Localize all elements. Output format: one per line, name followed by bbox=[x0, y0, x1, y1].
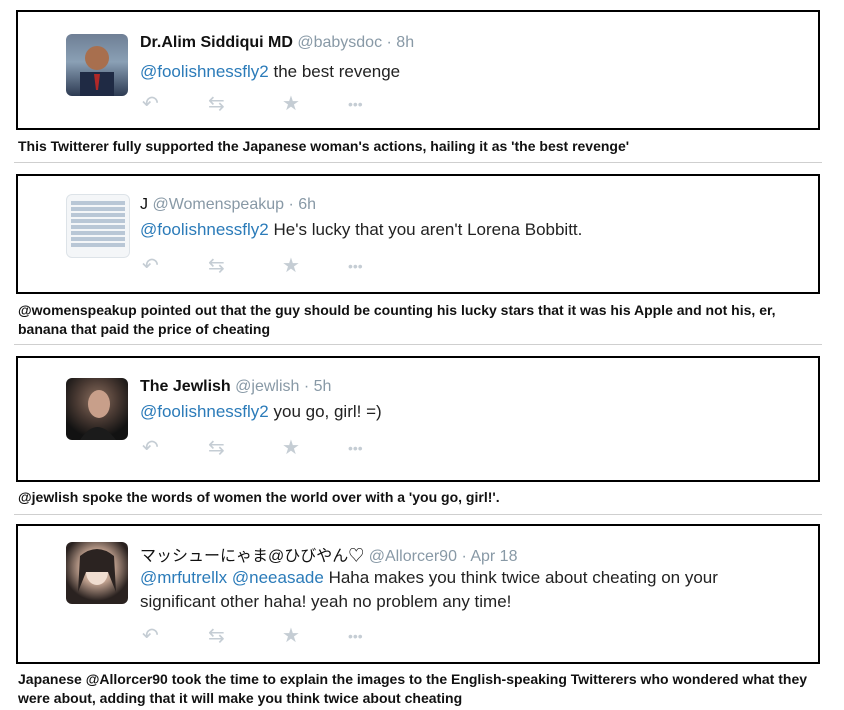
retweet-icon[interactable]: ⇆ bbox=[208, 626, 225, 646]
tweet-actions: ↶ ⇆ ★ ••• bbox=[142, 438, 382, 460]
timestamp[interactable]: · 5h bbox=[304, 378, 332, 395]
avatar[interactable] bbox=[66, 34, 128, 96]
mention-link[interactable]: @foolishnessfly2 bbox=[140, 62, 269, 81]
timestamp[interactable]: · 8h bbox=[387, 34, 415, 51]
favorite-icon[interactable]: ★ bbox=[282, 256, 300, 276]
more-icon[interactable]: ••• bbox=[348, 94, 363, 114]
more-icon[interactable]: ••• bbox=[348, 438, 363, 458]
display-name[interactable]: マッシューにゃま@ひびやん♡ bbox=[140, 548, 364, 565]
retweet-icon[interactable]: ⇆ bbox=[208, 438, 225, 458]
caption: This Twitterer fully supported the Japan… bbox=[18, 138, 630, 154]
avatar-portrait bbox=[78, 549, 116, 592]
tweet-body: the best revenge bbox=[268, 62, 401, 81]
tweet-text: @mrfutrellx @neeasade Haha makes you thi… bbox=[140, 566, 780, 614]
timestamp[interactable]: · 6h bbox=[288, 196, 316, 213]
tweet-header: J @Womenspeakup · 6h bbox=[140, 196, 316, 214]
tweet-text: @foolishnessfly2 He's lucky that you are… bbox=[140, 218, 780, 242]
reply-icon[interactable]: ↶ bbox=[142, 438, 159, 458]
mention-link[interactable]: @foolishnessfly2 bbox=[140, 220, 269, 239]
username[interactable]: @Womenspeakup bbox=[152, 196, 284, 213]
tweet-body: He's lucky that you aren't Lorena Bobbit… bbox=[268, 220, 583, 239]
tweet-actions: ↶ ⇆ ★ ••• bbox=[142, 626, 382, 648]
avatar-portrait bbox=[80, 390, 116, 440]
display-name[interactable]: The Jewlish bbox=[140, 378, 231, 395]
display-name[interactable]: Dr.Alim Siddiqui MD bbox=[140, 34, 293, 51]
divider bbox=[14, 162, 822, 163]
timestamp[interactable]: · Apr 18 bbox=[461, 548, 517, 565]
retweet-icon[interactable]: ⇆ bbox=[208, 256, 225, 276]
caption: Japanese @Allorcer90 took the time to ex… bbox=[18, 671, 808, 706]
tweet-header: Dr.Alim Siddiqui MD @babysdoc · 8h bbox=[140, 34, 414, 52]
more-icon[interactable]: ••• bbox=[348, 626, 363, 646]
tweet-card: The Jewlish @jewlish · 5h @foolishnessfl… bbox=[16, 356, 820, 482]
username[interactable]: @jewlish bbox=[235, 378, 299, 395]
avatar-portrait bbox=[80, 46, 114, 96]
username[interactable]: @Allorcer90 bbox=[369, 548, 457, 565]
display-name[interactable]: J bbox=[140, 196, 148, 213]
avatar[interactable] bbox=[66, 378, 128, 440]
tweet-header: The Jewlish @jewlish · 5h bbox=[140, 378, 331, 396]
tweet-body: Haha makes you think twice about cheatin… bbox=[140, 568, 718, 611]
caption: @womenspeakup pointed out that the guy s… bbox=[18, 302, 776, 337]
tweet-text: @foolishnessfly2 the best revenge bbox=[140, 60, 780, 84]
tweet-text: @foolishnessfly2 you go, girl! =) bbox=[140, 400, 780, 424]
tweet-card: J @Womenspeakup · 6h @foolishnessfly2 He… bbox=[16, 174, 820, 294]
caption: @jewlish spoke the words of women the wo… bbox=[18, 489, 500, 505]
divider bbox=[14, 514, 822, 515]
tweet-card: マッシューにゃま@ひびやん♡ @Allorcer90 · Apr 18 @mrf… bbox=[16, 524, 820, 664]
tweet-header: マッシューにゃま@ひびやん♡ @Allorcer90 · Apr 18 bbox=[140, 542, 517, 566]
mention-link[interactable]: @foolishnessfly2 bbox=[140, 402, 269, 421]
document-thumbnail-icon bbox=[71, 199, 125, 249]
avatar[interactable] bbox=[66, 194, 130, 258]
favorite-icon[interactable]: ★ bbox=[282, 626, 300, 646]
more-icon[interactable]: ••• bbox=[348, 256, 363, 276]
mention-link[interactable]: @mrfutrellx bbox=[140, 568, 227, 587]
reply-icon[interactable]: ↶ bbox=[142, 626, 159, 646]
reply-icon[interactable]: ↶ bbox=[142, 256, 159, 276]
tweet-body: you go, girl! =) bbox=[268, 402, 382, 421]
favorite-icon[interactable]: ★ bbox=[282, 438, 300, 458]
avatar[interactable] bbox=[66, 542, 128, 604]
divider bbox=[14, 344, 822, 345]
mention-link[interactable]: @neeasade bbox=[232, 568, 324, 587]
favorite-icon[interactable]: ★ bbox=[282, 94, 300, 114]
reply-icon[interactable]: ↶ bbox=[142, 94, 159, 114]
tweet-actions: ↶ ⇆ ★ ••• bbox=[142, 94, 382, 116]
tweet-actions: ↶ ⇆ ★ ••• bbox=[142, 256, 382, 278]
username[interactable]: @babysdoc bbox=[297, 34, 382, 51]
tweet-card: Dr.Alim Siddiqui MD @babysdoc · 8h @fool… bbox=[16, 10, 820, 130]
retweet-icon[interactable]: ⇆ bbox=[208, 94, 225, 114]
